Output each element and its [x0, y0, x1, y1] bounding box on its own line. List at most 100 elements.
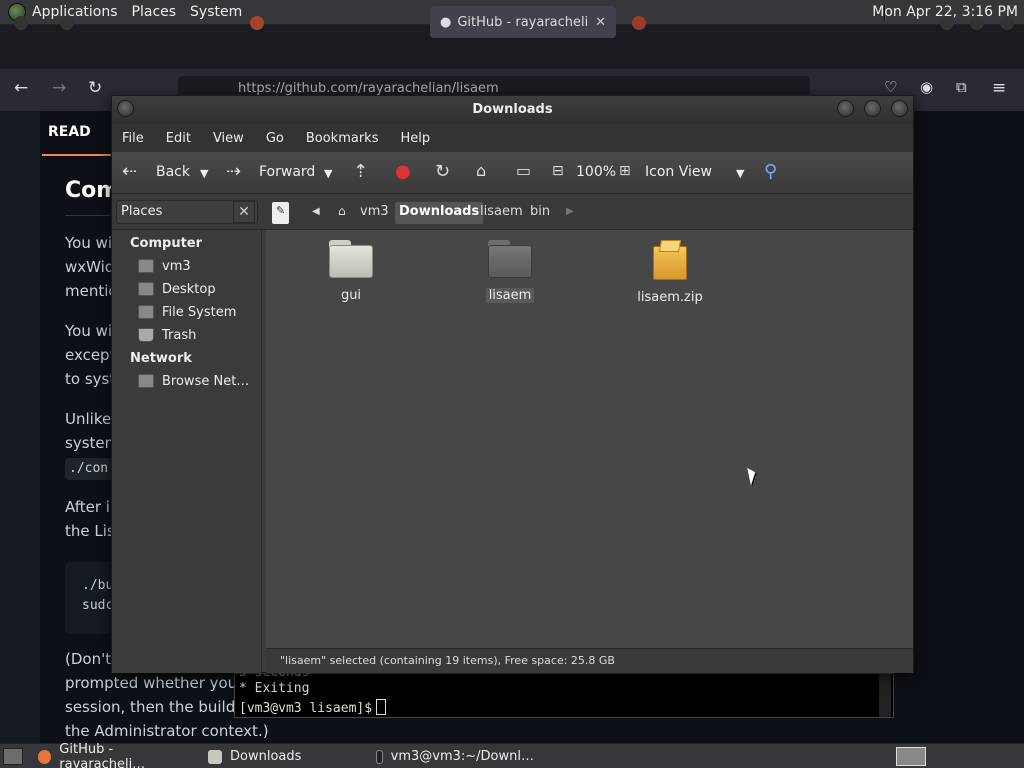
extensions-icon[interactable]: ⧉ — [956, 78, 967, 96]
back-history-dropdown-icon[interactable]: ▼ — [200, 167, 208, 180]
system-menu[interactable]: System — [190, 4, 242, 20]
taskbar-item-label: GitHub - rayaracheli… — [59, 741, 146, 768]
breadcrumb-downloads[interactable]: Downloads — [395, 202, 484, 224]
readme-line: (Don't — [65, 650, 112, 668]
tab-label: GitHub - rayarachelian — [457, 14, 588, 30]
taskbar-item-downloads[interactable]: Downloads — [202, 746, 370, 767]
account-icon[interactable]: ◉ — [920, 78, 933, 96]
hamburger-menu-icon[interactable]: ≡ — [992, 78, 1006, 98]
view-mode-select[interactable]: Icon View — [645, 164, 712, 180]
menu-help[interactable]: Help — [400, 131, 430, 146]
forward-arrow-icon[interactable]: ⇢ — [226, 161, 241, 182]
zoom-in-icon[interactable]: ⊞ — [619, 163, 631, 179]
view-mode-dropdown-icon[interactable]: ▼ — [736, 167, 744, 180]
menu-file[interactable]: File — [122, 131, 144, 146]
taskbar-item-label: vm3@vm3:~/Downl… — [390, 749, 534, 764]
workspace-switcher[interactable] — [896, 747, 926, 766]
tab-favicon-icon[interactable] — [250, 16, 264, 30]
sidebar-item-label: Browse Net… — [162, 373, 250, 389]
window-control-icon[interactable] — [1000, 16, 1014, 30]
breadcrumb-lisaem[interactable]: lisaem — [476, 202, 527, 224]
file-item-gui[interactable]: gui — [301, 240, 401, 303]
home-icon[interactable]: ⌂ — [476, 161, 486, 180]
breadcrumb-bin[interactable]: bin — [526, 202, 554, 224]
taskbar-item-terminal[interactable]: vm3@vm3:~/Downl… — [370, 746, 540, 767]
back-button[interactable]: Back — [156, 164, 190, 180]
network-icon — [138, 374, 154, 388]
window-control-icon[interactable] — [970, 16, 984, 30]
pocket-icon[interactable]: ♡ — [884, 78, 897, 96]
sidebar-item-file-system[interactable]: File System — [138, 302, 236, 322]
search-icon[interactable]: ⚲ — [764, 161, 777, 182]
minimize-button[interactable] — [837, 100, 854, 117]
back-arrow-icon[interactable]: ⇠ — [122, 161, 137, 182]
sidebar-item-vm3[interactable]: vm3 — [138, 256, 191, 276]
file-view[interactable]: gui lisaem lisaem.zip — [266, 230, 913, 648]
back-arrow-icon[interactable]: ← — [14, 78, 28, 98]
code-line: sudc — [82, 598, 114, 613]
menu-bookmarks[interactable]: Bookmarks — [306, 131, 379, 146]
forward-button[interactable]: Forward — [259, 164, 315, 180]
terminal-prompt: [vm3@vm3 lisaem]$ — [239, 701, 373, 716]
sidebar-item-browse-network[interactable]: Browse Net… — [138, 371, 249, 391]
maximize-button[interactable] — [864, 100, 881, 117]
computer-icon[interactable]: ▭ — [516, 161, 531, 180]
file-system-icon — [138, 305, 154, 319]
zoom-out-icon[interactable]: ⊟ — [552, 163, 564, 179]
sidebar-heading-network: Network — [130, 351, 192, 366]
file-name: lisaem.zip — [637, 290, 703, 305]
close-tab-icon[interactable]: ✕ — [595, 15, 606, 30]
tab-favicon-icon[interactable] — [60, 16, 74, 30]
show-desktop-button[interactable] — [3, 748, 23, 765]
url-text[interactable]: https://github.com/rayarachelian/lisaem — [238, 81, 499, 96]
window-title: Downloads — [472, 102, 553, 117]
file-item-lisaem-zip[interactable]: lisaem.zip — [620, 240, 720, 305]
window-titlebar[interactable]: Downloads — [112, 96, 913, 124]
sidebar: Computer vm3 Desktop File System Trash N… — [112, 230, 262, 673]
forward-history-dropdown-icon[interactable]: ▼ — [324, 167, 332, 180]
desktop-icon — [138, 282, 154, 296]
sidebar-item-desktop[interactable]: Desktop — [138, 279, 216, 299]
file-item-lisaem[interactable]: lisaem — [460, 240, 560, 303]
taskbar-item-label: Downloads — [230, 749, 302, 764]
taskbar: GitHub - rayaracheli… Downloads vm3@vm3:… — [0, 742, 1024, 768]
menu-view[interactable]: View — [213, 131, 244, 146]
readme-line: wxWid — [65, 258, 115, 276]
crumb-left-arrow-icon[interactable]: ◀ — [308, 204, 324, 226]
sidebar-item-trash[interactable]: Trash — [138, 325, 196, 345]
folder-icon — [208, 749, 222, 764]
terminal-line: * Exiting — [239, 681, 310, 696]
reload-icon[interactable]: ↻ — [435, 161, 450, 182]
window-control-icon[interactable] — [940, 16, 954, 30]
tab-favicon-icon[interactable] — [632, 16, 646, 30]
edit-location-icon[interactable]: ✎ — [272, 202, 290, 224]
code-line: ./bu — [82, 578, 114, 593]
close-sidebar-button[interactable]: ✕ — [233, 201, 255, 223]
stop-icon[interactable]: ● — [395, 161, 411, 182]
terminal-prompt-line[interactable]: [vm3@vm3 lisaem]$ — [239, 699, 387, 716]
readme-tab-underline — [42, 154, 112, 156]
readme-line: mentic — [65, 282, 117, 300]
readme-tab[interactable]: READ — [48, 124, 91, 140]
readme-line: Unlike — [65, 410, 112, 428]
terminal-cursor — [376, 699, 387, 715]
close-button[interactable] — [891, 100, 908, 117]
crumb-right-arrow-icon[interactable]: ▶ — [562, 204, 578, 226]
breadcrumb-vm3[interactable]: vm3 — [356, 202, 393, 224]
menu-edit[interactable]: Edit — [166, 131, 191, 146]
github-icon: ● — [440, 14, 452, 30]
terminal-icon — [376, 749, 383, 764]
sidebar-item-label: Trash — [162, 327, 197, 343]
applications-menu[interactable]: Applications — [32, 4, 118, 20]
terminal-window[interactable]: 5 seconds * Exiting [vm3@vm3 lisaem]$ — [234, 665, 894, 718]
menu-go[interactable]: Go — [266, 131, 284, 146]
tab-github[interactable]: ● GitHub - rayarachelian ✕ — [430, 6, 616, 38]
taskbar-item-browser[interactable]: GitHub - rayaracheli… — [32, 742, 202, 768]
places-menu[interactable]: Places — [132, 4, 177, 20]
reload-icon[interactable]: ↻ — [88, 78, 102, 98]
readme-line: You wi — [65, 322, 113, 340]
archive-icon — [652, 240, 688, 280]
terminal-scrollbar[interactable] — [879, 674, 891, 717]
forward-arrow-icon[interactable]: → — [52, 78, 66, 98]
up-arrow-icon[interactable]: ⇡ — [353, 161, 368, 182]
